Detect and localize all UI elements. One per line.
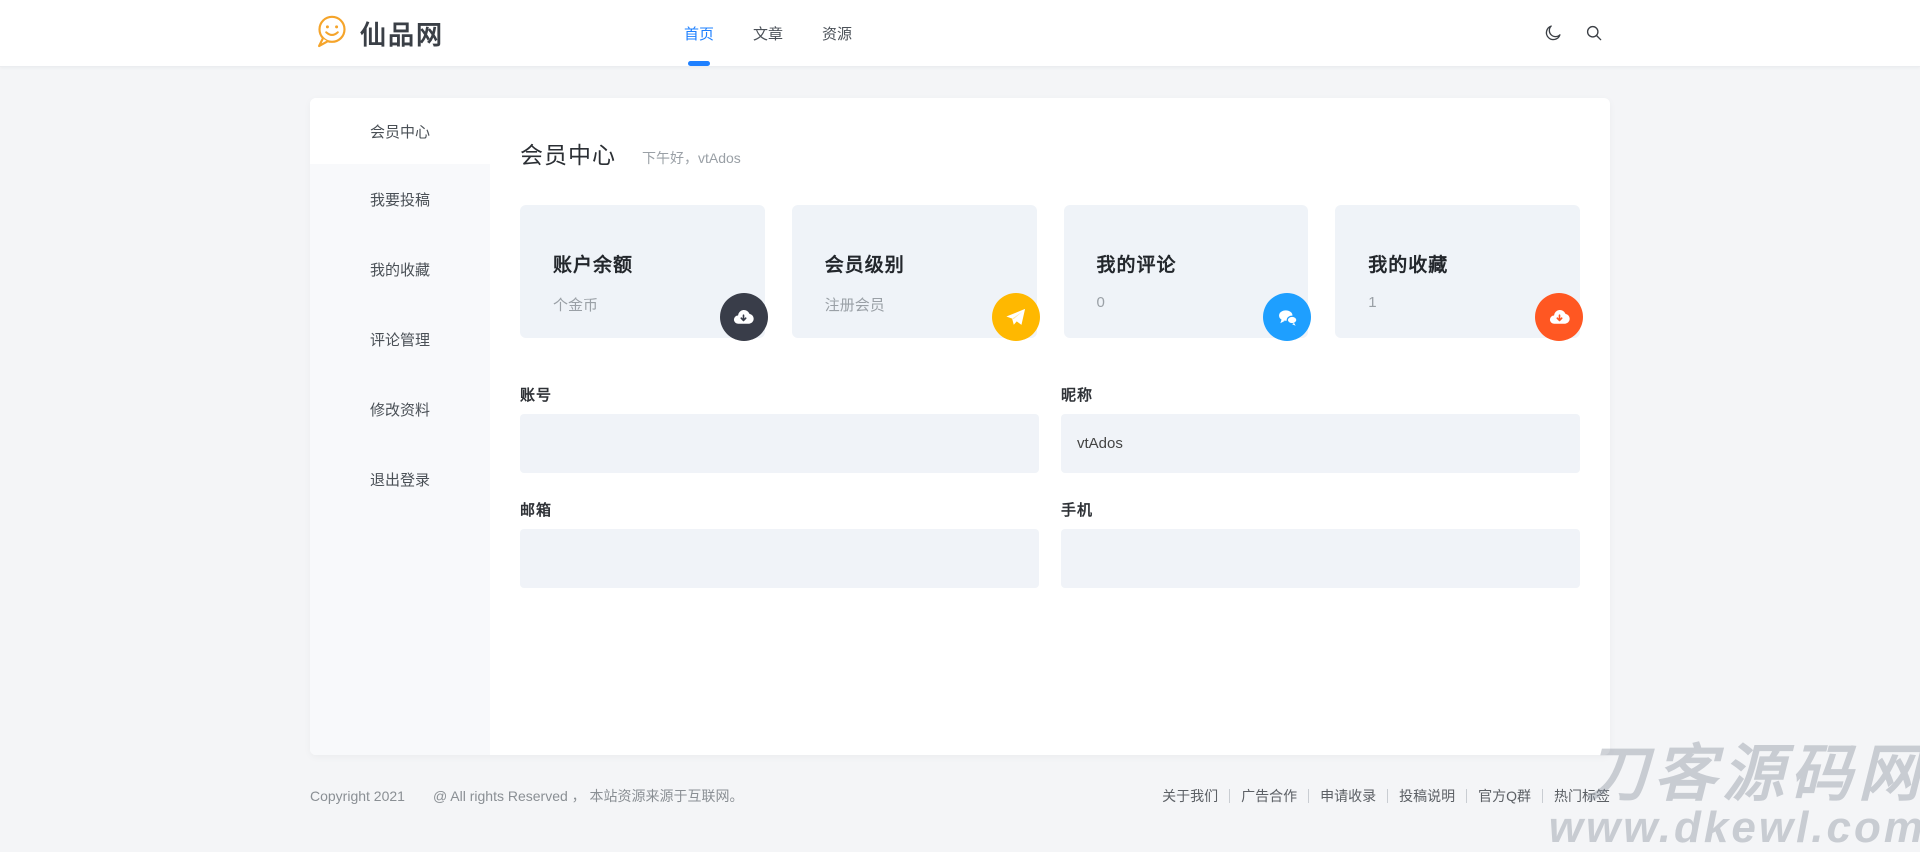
stats-row: 账户余额 个金币 会员级别 注册会员 <box>520 205 1580 338</box>
page-footer: Copyright 2021 @ All rights Reserved ， 本… <box>310 786 1610 806</box>
footer-link-apply[interactable]: 申请收录 <box>1320 786 1376 806</box>
top-navbar: 仙品网 首页 文章 资源 <box>0 0 1920 67</box>
stat-card-favorites: 我的收藏 1 <box>1335 205 1580 338</box>
field-label: 账号 <box>520 384 1039 405</box>
nav-item-articles[interactable]: 文章 <box>751 0 785 66</box>
account-input[interactable] <box>520 414 1039 473</box>
cloud-download-icon <box>1548 306 1571 329</box>
phone-input[interactable] <box>1061 529 1580 588</box>
field-label: 昵称 <box>1061 384 1580 405</box>
cloud-download-icon <box>732 306 755 329</box>
email-input[interactable] <box>520 529 1039 588</box>
nickname-input[interactable] <box>1061 414 1580 473</box>
copyright-text: Copyright 2021 <box>310 788 405 804</box>
member-panel: 会员中心 我要投稿 我的收藏 评论管理 修改资料 退出登录 会员中心 下午好，v… <box>310 98 1610 755</box>
main-nav: 首页 文章 资源 <box>682 0 854 66</box>
moon-icon <box>1543 23 1563 43</box>
stat-badge <box>1535 293 1583 341</box>
user-greeting: 下午好，vtAdos <box>642 148 741 168</box>
footer-link-qq-group[interactable]: 官方Q群 <box>1478 786 1531 806</box>
footer-link-hot-tags[interactable]: 热门标签 <box>1554 786 1610 806</box>
nav-item-home[interactable]: 首页 <box>682 0 716 66</box>
rights-text: @ All rights Reserved ， 本站资源来源于互联网。 <box>433 786 744 806</box>
footer-link-ads[interactable]: 广告合作 <box>1241 786 1297 806</box>
field-label: 手机 <box>1061 499 1580 520</box>
profile-form: 账号 昵称 邮箱 手机 <box>520 384 1580 588</box>
sidebar-item-edit-profile[interactable]: 修改资料 <box>310 374 490 444</box>
sidebar-item-logout[interactable]: 退出登录 <box>310 444 490 514</box>
stat-card-balance: 账户余额 个金币 <box>520 205 765 338</box>
stat-card-level: 会员级别 注册会员 <box>792 205 1037 338</box>
search-icon <box>1584 23 1604 43</box>
stat-badge <box>1263 293 1311 341</box>
sidebar-item-member-center[interactable]: 会员中心 <box>310 98 490 164</box>
brand-logo[interactable]: 仙品网 <box>312 0 444 66</box>
divider <box>1466 789 1467 803</box>
stat-badge <box>720 293 768 341</box>
comments-icon <box>1276 306 1299 329</box>
paper-plane-icon <box>1004 306 1027 329</box>
sidebar-item-submit-post[interactable]: 我要投稿 <box>310 164 490 234</box>
dark-mode-toggle[interactable] <box>1543 23 1563 43</box>
nav-item-resources[interactable]: 资源 <box>820 0 854 66</box>
field-label: 邮箱 <box>520 499 1039 520</box>
footer-link-about[interactable]: 关于我们 <box>1162 786 1218 806</box>
divider <box>1308 789 1309 803</box>
smiley-bubble-icon <box>312 11 352 56</box>
stat-badge <box>992 293 1040 341</box>
active-tab-indicator <box>688 61 710 66</box>
footer-link-submission-guide[interactable]: 投稿说明 <box>1399 786 1455 806</box>
search-button[interactable] <box>1584 23 1604 43</box>
divider <box>1229 789 1230 803</box>
footer-links: 关于我们 广告合作 申请收录 投稿说明 官方Q群 热门标签 <box>1162 786 1610 806</box>
sidebar-item-comments[interactable]: 评论管理 <box>310 304 490 374</box>
sidebar: 会员中心 我要投稿 我的收藏 评论管理 修改资料 退出登录 <box>310 98 490 755</box>
brand-name: 仙品网 <box>360 15 444 52</box>
sidebar-item-favorites[interactable]: 我的收藏 <box>310 234 490 304</box>
page-title: 会员中心 <box>520 136 616 170</box>
divider <box>1542 789 1543 803</box>
divider <box>1387 789 1388 803</box>
stat-card-comments: 我的评论 0 <box>1064 205 1309 338</box>
